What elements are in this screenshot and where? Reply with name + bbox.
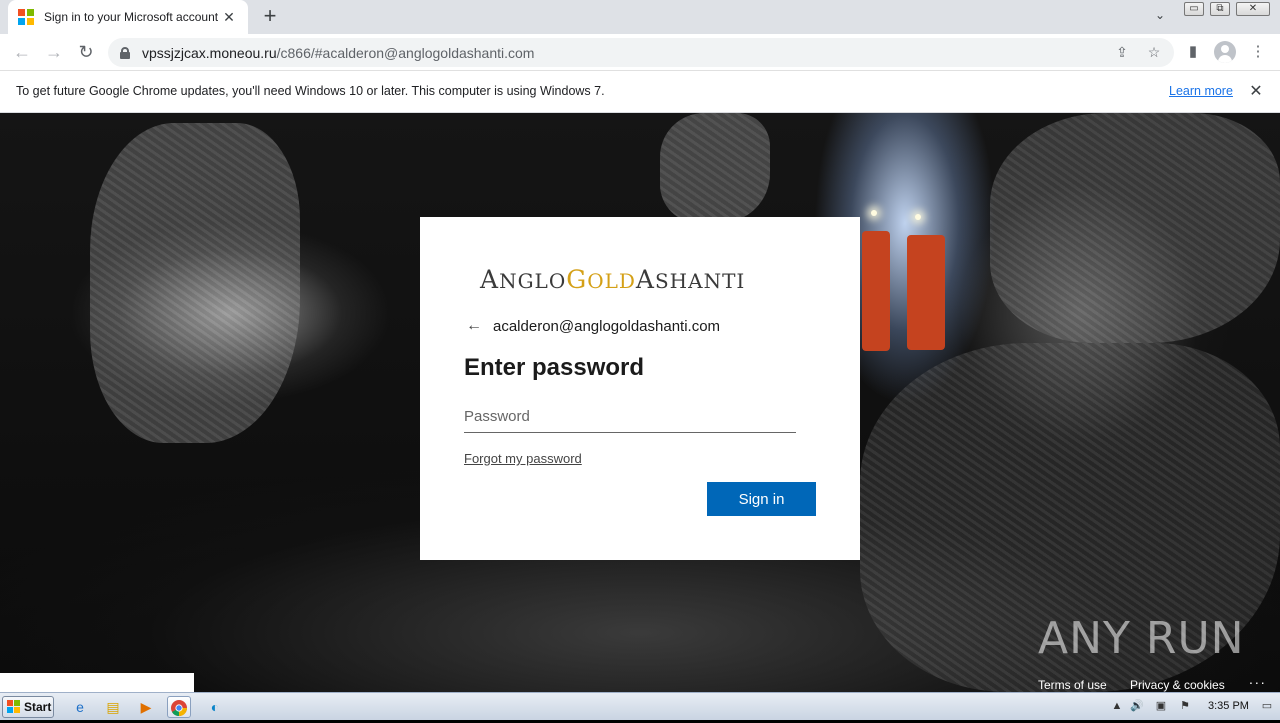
sign-in-button[interactable]: Sign in	[707, 482, 816, 516]
minimize-button[interactable]: ▭	[1184, 2, 1204, 16]
forgot-password-link[interactable]: Forgot my password	[464, 451, 582, 466]
action-center-flag-icon[interactable]: ⚑	[1178, 699, 1192, 713]
terms-of-use-link[interactable]: Terms of use	[1038, 678, 1107, 692]
forward-icon[interactable]: →	[42, 40, 66, 64]
tab-title: Sign in to your Microsoft account	[44, 10, 219, 24]
url-path: /c866/#acalderon@anglogoldashanti.com	[276, 44, 535, 61]
login-card: ANGLOGOLDASHANTI ← acalderon@anglogoldas…	[420, 217, 860, 560]
page-background: ANGLOGOLDASHANTI ← acalderon@anglogoldas…	[0, 113, 1280, 692]
new-tab-button[interactable]: +	[258, 5, 282, 29]
windows-taskbar: Start e ▤ ▶ ◐ ▲ 🔊 ▣ ⚑ 3:35 PM ▭	[0, 692, 1280, 720]
volume-icon[interactable]: 🔊	[1130, 699, 1144, 713]
url-text: vpssjzjcax.moneou.ru/c866/#acalderon@ang…	[142, 45, 534, 61]
browser-toolbar: ← → ↻ vpssjzjcax.moneou.ru/c866/#acalder…	[0, 34, 1280, 71]
rock-pillar-left	[90, 123, 300, 443]
learn-more-link[interactable]: Learn more	[1169, 84, 1233, 98]
page-title: Enter password	[464, 354, 645, 381]
update-infobar: To get future Google Chrome updates, you…	[0, 71, 1280, 113]
headlamp-light	[871, 210, 877, 216]
menu-kebab-icon[interactable]: ⋮	[1247, 41, 1269, 63]
reload-icon[interactable]: ↻	[74, 40, 98, 64]
back-icon[interactable]: ←	[10, 40, 34, 64]
anglogoldashanti-logo: ANGLOGOLDASHANTI	[480, 265, 746, 294]
back-arrow-icon[interactable]: ←	[466, 316, 486, 336]
side-panel-icon[interactable]: ▮	[1182, 41, 1204, 63]
rock-wall-right	[990, 113, 1280, 343]
start-button[interactable]: Start	[2, 696, 54, 718]
anyrun-watermark: ANY RUN	[1038, 613, 1245, 664]
password-field[interactable]	[464, 401, 796, 433]
status-strip	[0, 673, 194, 692]
ie-icon[interactable]: e	[68, 696, 92, 718]
miner-figure	[907, 235, 945, 350]
start-label: Start	[24, 700, 52, 714]
media-player-icon[interactable]: ▶	[134, 696, 158, 718]
microsoft-logo-icon	[18, 9, 34, 25]
more-options-button[interactable]: ...	[1249, 671, 1267, 687]
share-icon[interactable]: ⇪	[1112, 42, 1132, 62]
infobar-close-icon[interactable]: ✕	[1247, 81, 1265, 101]
browser-tab[interactable]: Sign in to your Microsoft account ✕	[8, 0, 248, 34]
rock-ceiling	[660, 113, 770, 223]
bookmark-star-icon[interactable]: ☆	[1144, 42, 1164, 62]
privacy-cookies-link[interactable]: Privacy & cookies	[1130, 678, 1225, 692]
lock-icon[interactable]	[120, 46, 130, 59]
chrome-icon[interactable]	[167, 696, 191, 718]
url-host: vpssjzjcax.moneou.ru	[142, 44, 277, 61]
identity-email: acalderon@anglogoldashanti.com	[493, 317, 721, 335]
address-bar[interactable]: vpssjzjcax.moneou.ru/c866/#acalderon@ang…	[108, 38, 1174, 67]
windows-flag-icon	[7, 700, 21, 714]
network-icon[interactable]: ▣	[1154, 699, 1168, 713]
identity-row: ← acalderon@anglogoldashanti.com	[466, 316, 720, 336]
tray-expand-icon[interactable]: ▲	[1110, 699, 1124, 713]
show-desktop-icon[interactable]: ▭	[1260, 699, 1274, 713]
explorer-icon[interactable]: ▤	[101, 696, 125, 718]
infobar-message: To get future Google Chrome updates, you…	[16, 84, 605, 98]
profile-avatar-icon[interactable]	[1214, 41, 1236, 63]
clock[interactable]: 3:35 PM	[1208, 700, 1249, 712]
close-window-button[interactable]: ✕	[1236, 2, 1270, 16]
edge-icon[interactable]: ◐	[203, 696, 227, 718]
headlamp-light	[915, 214, 921, 220]
maximize-button[interactable]: ⧉	[1210, 2, 1230, 16]
tab-search-icon[interactable]: ⌄	[1150, 8, 1170, 26]
miner-figure	[862, 231, 890, 351]
tab-strip: Sign in to your Microsoft account ✕ + ⌄ …	[0, 0, 1280, 34]
tab-close-icon[interactable]: ✕	[220, 8, 238, 26]
